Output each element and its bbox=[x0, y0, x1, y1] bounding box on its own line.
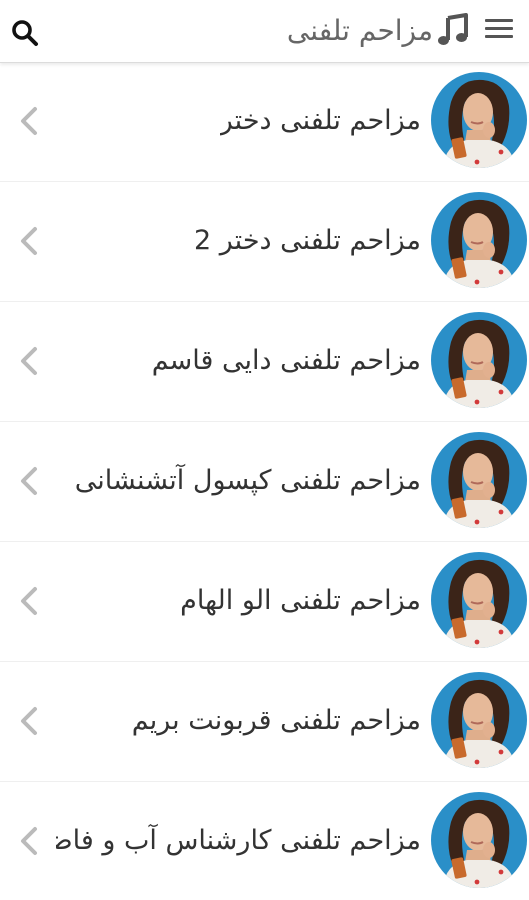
chevron-left-icon bbox=[21, 227, 37, 255]
avatar-image bbox=[431, 72, 527, 168]
list-item-4[interactable]: مزاحم تلفنی کپسول آتشنشانی bbox=[0, 422, 529, 542]
avatar-image bbox=[431, 432, 527, 528]
list-item-5[interactable]: مزاحم تلفنی الو الهام bbox=[0, 542, 529, 662]
chevron-left-icon bbox=[21, 107, 37, 135]
list-item-3[interactable]: مزاحم تلفنی دایی قاسم bbox=[0, 302, 529, 422]
chevron-left-icon bbox=[21, 707, 37, 735]
list-item-label: مزاحم تلفنی کپسول آتشنشانی bbox=[74, 465, 421, 496]
chevron-left-icon bbox=[21, 827, 37, 855]
avatar bbox=[431, 312, 527, 408]
avatar bbox=[431, 432, 527, 528]
avatar bbox=[431, 672, 527, 768]
app-screen: مزاحم تلفنی مزاحم تلفنی دختر مزاحم تلفنی… bbox=[0, 0, 529, 900]
list-item-label: مزاحم تلفنی قربونت بریم bbox=[131, 705, 421, 736]
avatar bbox=[431, 792, 527, 888]
avatar-image bbox=[431, 312, 527, 408]
avatar bbox=[431, 192, 527, 288]
search-icon[interactable] bbox=[10, 18, 40, 48]
list-item-6[interactable]: مزاحم تلفنی قربونت بریم bbox=[0, 662, 529, 782]
list-item-label: مزاحم تلفنی دختر 2 bbox=[194, 225, 421, 256]
avatar-image bbox=[431, 192, 527, 288]
list-item-1[interactable]: مزاحم تلفنی دختر bbox=[0, 62, 529, 182]
hamburger-menu-icon[interactable] bbox=[483, 16, 515, 42]
list-item-7[interactable]: مزاحم تلفنی کارشناس آب و فاضلاب bbox=[0, 782, 529, 900]
list-item-2[interactable]: مزاحم تلفنی دختر 2 bbox=[0, 182, 529, 302]
list-item-label: مزاحم تلفنی دختر bbox=[219, 105, 421, 136]
app-header: مزاحم تلفنی bbox=[0, 0, 529, 63]
avatar-image bbox=[431, 792, 527, 888]
ringtone-list: مزاحم تلفنی دختر مزاحم تلفنی دختر 2 مزاح… bbox=[0, 62, 529, 900]
avatar bbox=[431, 552, 527, 648]
avatar bbox=[431, 72, 527, 168]
avatar-image bbox=[431, 552, 527, 648]
music-note-icon bbox=[438, 13, 468, 45]
list-item-label: مزاحم تلفنی کارشناس آب و فاضلاب bbox=[56, 825, 421, 856]
chevron-left-icon bbox=[21, 467, 37, 495]
page-title: مزاحم تلفنی bbox=[286, 14, 433, 47]
chevron-left-icon bbox=[21, 587, 37, 615]
list-item-label: مزاحم تلفنی دایی قاسم bbox=[151, 345, 421, 376]
list-item-label: مزاحم تلفنی الو الهام bbox=[180, 585, 421, 616]
avatar-image bbox=[431, 672, 527, 768]
chevron-left-icon bbox=[21, 347, 37, 375]
